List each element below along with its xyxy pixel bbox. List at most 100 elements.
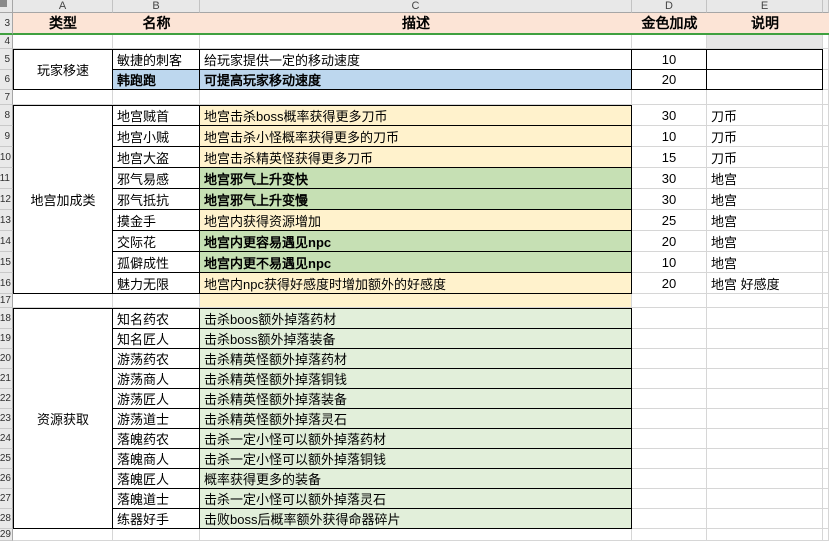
cell-desc-26[interactable]: 概率获得更多的装备 [200, 469, 632, 489]
row-number-25[interactable]: 25 [0, 449, 13, 469]
row-number-18[interactable]: 18 [0, 308, 13, 329]
row-number-29[interactable]: 29 [0, 529, 13, 541]
row-number-16[interactable]: 16 [0, 273, 13, 294]
row-number-11[interactable]: 11 [0, 168, 13, 189]
row-number-24[interactable]: 24 [0, 429, 13, 449]
cell-name-23[interactable]: 游荡道士 [113, 409, 200, 429]
cell-note-8[interactable]: 刀币 [707, 105, 823, 126]
header-cell-sliver[interactable] [823, 13, 829, 35]
header-cell-name[interactable]: 名称 [113, 13, 200, 35]
cell-name-28[interactable]: 练器好手 [113, 509, 200, 529]
cell-sliver-17[interactable] [823, 294, 829, 308]
column-letter-C[interactable]: C [200, 0, 632, 13]
cell-bonus-11[interactable]: 30 [632, 168, 707, 189]
cell-name-29[interactable] [113, 529, 200, 541]
row-number-4[interactable]: 4 [0, 35, 13, 49]
cell-sliver-7[interactable] [823, 90, 829, 105]
cell-sliver-27[interactable] [823, 489, 829, 509]
row-number-5[interactable]: 5 [0, 49, 13, 70]
cell-sliver-5[interactable] [823, 49, 829, 70]
cell-sliver-26[interactable] [823, 469, 829, 489]
cell-name-4[interactable] [113, 35, 200, 49]
row-number-22[interactable]: 22 [0, 389, 13, 409]
cell-bonus-28[interactable] [632, 509, 707, 529]
cell-note-29[interactable] [707, 529, 823, 541]
cell-sliver-12[interactable] [823, 189, 829, 210]
cell-desc-21[interactable]: 击杀精英怪额外掉落铜钱 [200, 369, 632, 389]
cell-bonus-12[interactable]: 30 [632, 189, 707, 210]
cell-note-27[interactable] [707, 489, 823, 509]
cell-desc-22[interactable]: 击杀精英怪额外掉落装备 [200, 389, 632, 409]
cell-name-22[interactable]: 游荡匠人 [113, 389, 200, 409]
cell-desc-20[interactable]: 击杀精英怪额外掉落药材 [200, 349, 632, 369]
cell-sliver-23[interactable] [823, 409, 829, 429]
header-cell-note[interactable]: 说明 [707, 13, 823, 35]
cell-desc-4[interactable] [200, 35, 632, 49]
cell-note-28[interactable] [707, 509, 823, 529]
cell-bonus-13[interactable]: 25 [632, 210, 707, 231]
cell-note-22[interactable] [707, 389, 823, 409]
cell-name-11[interactable]: 邪气易感 [113, 168, 200, 189]
cell-desc-6[interactable]: 可提高玩家移动速度 [200, 70, 632, 90]
cell-desc-5[interactable]: 给玩家提供一定的移动速度 [200, 49, 632, 70]
cell-A29[interactable] [13, 529, 113, 541]
cell-note-10[interactable]: 刀币 [707, 147, 823, 168]
cell-note-23[interactable] [707, 409, 823, 429]
cell-note-9[interactable]: 刀币 [707, 126, 823, 147]
row-number-13[interactable]: 13 [0, 210, 13, 231]
cell-sliver-15[interactable] [823, 252, 829, 273]
cell-bonus-15[interactable]: 10 [632, 252, 707, 273]
cell-sliver-18[interactable] [823, 308, 829, 329]
cell-bonus-6[interactable]: 20 [632, 70, 707, 90]
row-number-9[interactable]: 9 [0, 126, 13, 147]
select-all-corner[interactable] [0, 0, 13, 13]
column-letter-B[interactable]: B [113, 0, 200, 13]
cell-sliver-9[interactable] [823, 126, 829, 147]
cell-sliver-10[interactable] [823, 147, 829, 168]
cell-name-15[interactable]: 孤僻成性 [113, 252, 200, 273]
group-cell-资源获取[interactable]: 资源获取 [13, 308, 113, 529]
cell-bonus-8[interactable]: 30 [632, 105, 707, 126]
cell-sliver-13[interactable] [823, 210, 829, 231]
cell-name-14[interactable]: 交际花 [113, 231, 200, 252]
row-number-27[interactable]: 27 [0, 489, 13, 509]
row-number-21[interactable]: 21 [0, 369, 13, 389]
cell-desc-27[interactable]: 击杀一定小怪可以额外掉落灵石 [200, 489, 632, 509]
cell-bonus-29[interactable] [632, 529, 707, 541]
cell-desc-12[interactable]: 地宫邪气上升变慢 [200, 189, 632, 210]
cell-note-5[interactable] [707, 49, 823, 70]
row-number-15[interactable]: 15 [0, 252, 13, 273]
cell-name-24[interactable]: 落魄药农 [113, 429, 200, 449]
row-number-14[interactable]: 14 [0, 231, 13, 252]
header-cell-desc[interactable]: 描述 [200, 13, 632, 35]
cell-note-18[interactable] [707, 308, 823, 329]
row-number-10[interactable]: 10 [0, 147, 13, 168]
cell-note-21[interactable] [707, 369, 823, 389]
cell-name-19[interactable]: 知名匠人 [113, 329, 200, 349]
cell-bonus-9[interactable]: 10 [632, 126, 707, 147]
cell-name-8[interactable]: 地宫贼首 [113, 105, 200, 126]
cell-note-6[interactable] [707, 70, 823, 90]
cell-sliver-4[interactable] [823, 35, 829, 49]
cell-bonus-26[interactable] [632, 469, 707, 489]
row-number-26[interactable]: 26 [0, 469, 13, 489]
cell-bonus-18[interactable] [632, 308, 707, 329]
cell-sliver-16[interactable] [823, 273, 829, 294]
cell-bonus-17[interactable] [632, 294, 707, 308]
cell-bonus-22[interactable] [632, 389, 707, 409]
header-cell-type[interactable]: 类型 [13, 13, 113, 35]
cell-sliver-14[interactable] [823, 231, 829, 252]
group-cell-玩家移速[interactable]: 玩家移速 [13, 49, 113, 90]
cell-name-17[interactable] [113, 294, 200, 308]
cell-sliver-19[interactable] [823, 329, 829, 349]
cell-A17[interactable] [13, 294, 113, 308]
cell-note-26[interactable] [707, 469, 823, 489]
cell-sliver-20[interactable] [823, 349, 829, 369]
cell-name-21[interactable]: 游荡商人 [113, 369, 200, 389]
cell-desc-16[interactable]: 地宫内npc获得好感度时增加额外的好感度 [200, 273, 632, 294]
cell-name-9[interactable]: 地宫小贼 [113, 126, 200, 147]
cell-bonus-19[interactable] [632, 329, 707, 349]
cell-note-25[interactable] [707, 449, 823, 469]
cell-note-11[interactable]: 地宫 [707, 168, 823, 189]
cell-note-7[interactable] [707, 90, 823, 105]
